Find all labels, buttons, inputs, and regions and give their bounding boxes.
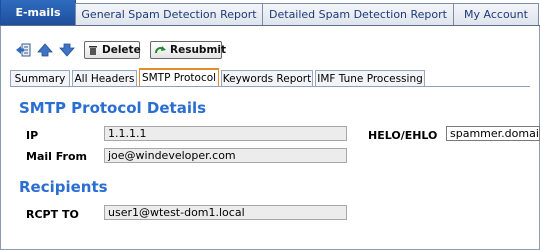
mail-from-label: Mail From: [26, 150, 87, 163]
delete-button[interactable]: Delete: [84, 41, 141, 59]
tab-imf-tune-processing[interactable]: IMF Tune Processing: [315, 70, 425, 86]
toolbar: Delete Resubmit: [14, 40, 226, 60]
smtp-details-heading: SMTP Protocol Details: [19, 99, 207, 117]
tab-detailed-spam-report[interactable]: Detailed Spam Detection Report: [262, 3, 454, 25]
rcpt-to-label: RCPT TO: [26, 208, 79, 221]
resubmit-label: Resubmit: [170, 44, 227, 56]
tab-general-spam-report[interactable]: General Spam Detection Report: [75, 3, 263, 25]
arrow-up-icon[interactable]: [36, 41, 54, 59]
helo-ehlo-field[interactable]: spammer.domain.: [446, 126, 540, 141]
back-to-list-icon[interactable]: [14, 41, 32, 59]
recipients-heading: Recipients: [19, 178, 108, 196]
trash-icon: [88, 44, 98, 56]
tab-keywords-report[interactable]: Keywords Report: [221, 70, 313, 86]
delete-label: Delete: [102, 44, 141, 56]
ip-field[interactable]: 1.1.1.1: [104, 126, 347, 141]
tab-smtp-protocol[interactable]: SMTP Protocol: [139, 68, 219, 86]
tab-all-headers[interactable]: All Headers: [72, 70, 137, 86]
rcpt-to-field[interactable]: user1@wtest-dom1.local: [104, 205, 347, 220]
resubmit-button[interactable]: Resubmit: [150, 41, 226, 59]
detail-tab-bar: Summary All Headers SMTP Protocol Keywor…: [10, 68, 530, 87]
tab-emails[interactable]: E-mails: [0, 0, 76, 25]
smtp-protocol-content: SMTP Protocol Details IP 1.1.1.1 HELO/EH…: [10, 87, 540, 237]
resubmit-icon: [154, 44, 166, 56]
main-tab-bar: E-mails General Spam Detection Report De…: [0, 0, 540, 26]
email-details-window: E-mails General Spam Detection Report De…: [0, 0, 540, 250]
helo-ehlo-label: HELO/EHLO: [368, 129, 438, 142]
tab-summary[interactable]: Summary: [10, 70, 70, 86]
ip-label: IP: [26, 129, 39, 142]
tab-my-account[interactable]: My Account: [453, 3, 539, 25]
arrow-down-icon[interactable]: [58, 41, 76, 59]
mail-from-field[interactable]: joe@windeveloper.com: [104, 148, 347, 163]
